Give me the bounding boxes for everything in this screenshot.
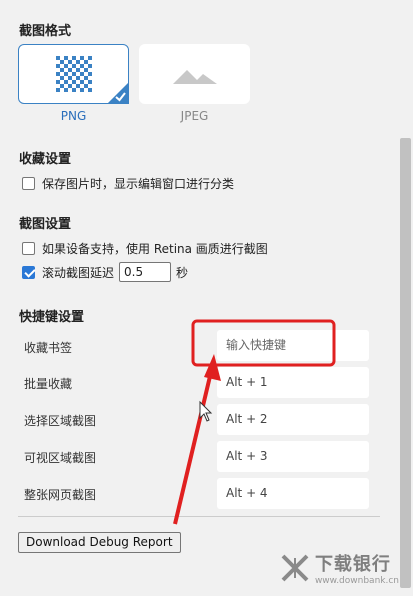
shortcut-input-visible[interactable]: Alt + 3 [217, 441, 369, 472]
format-label-jpeg: JPEG [180, 109, 209, 123]
retina-checkbox[interactable] [22, 242, 35, 255]
shortcut-label-fullpage: 整张网页截图 [24, 488, 97, 502]
scrollbar[interactable] [398, 0, 413, 596]
show-edit-window-label: 保存图片时，显示编辑窗口进行分类 [42, 177, 235, 191]
format-section-title: 截图格式 [19, 24, 72, 39]
shortcut-label-region: 选择区域截图 [24, 414, 97, 428]
settings-panel: 截图格式 PNG JPEG 收藏设置 保存图片时，显示编辑窗口进行分类 截图设置 [0, 0, 398, 596]
shortcut-section-title: 快捷键设置 [19, 310, 85, 325]
scrollbar-thumb[interactable] [400, 138, 411, 588]
shortcut-label-visible: 可视区域截图 [24, 451, 97, 465]
divider [18, 516, 380, 517]
watermark: 下载银行 www.downbank.cn [281, 550, 399, 586]
image-mountain-icon [173, 70, 217, 84]
watermark-logo-icon [281, 554, 309, 582]
shortcut-input-region[interactable]: Alt + 2 [217, 404, 369, 435]
retina-label: 如果设备支持，使用 Retina 画质进行截图 [42, 242, 268, 256]
retina-option-row: 如果设备支持，使用 Retina 画质进行截图 [22, 240, 268, 257]
capture-section-title: 截图设置 [19, 217, 72, 232]
watermark-title: 下载银行 [314, 554, 391, 575]
shortcut-input-fullpage[interactable]: Alt + 4 [217, 478, 369, 509]
download-debug-report-button[interactable]: Download Debug Report [18, 532, 181, 553]
bookmark-section-title: 收藏设置 [19, 152, 72, 167]
scroll-delay-checkbox[interactable] [22, 265, 35, 279]
shortcut-label-batch: 批量收藏 [24, 377, 73, 391]
shortcut-input-batch[interactable]: Alt + 1 [217, 367, 369, 398]
scroll-delay-input[interactable]: 0.5 [119, 262, 172, 282]
selected-check-icon [107, 82, 129, 104]
scroll-delay-row: 滚动截图延迟 0.5 秒 [22, 262, 188, 282]
bookmark-option-row: 保存图片时，显示编辑窗口进行分类 [22, 175, 234, 192]
format-option-jpeg[interactable] [139, 44, 250, 104]
shortcut-input-bookmark[interactable]: 输入快捷键 [217, 330, 369, 361]
shortcut-label-bookmark: 收藏书签 [24, 341, 73, 355]
scroll-delay-label: 滚动截图延迟 [42, 265, 115, 280]
checkerboard-icon [56, 56, 92, 92]
format-label-png: PNG [60, 109, 87, 123]
format-option-png[interactable] [18, 44, 129, 104]
show-edit-window-checkbox[interactable] [22, 177, 35, 190]
watermark-subtitle: www.downbank.cn [314, 576, 399, 586]
scroll-delay-unit: 秒 [176, 265, 189, 280]
